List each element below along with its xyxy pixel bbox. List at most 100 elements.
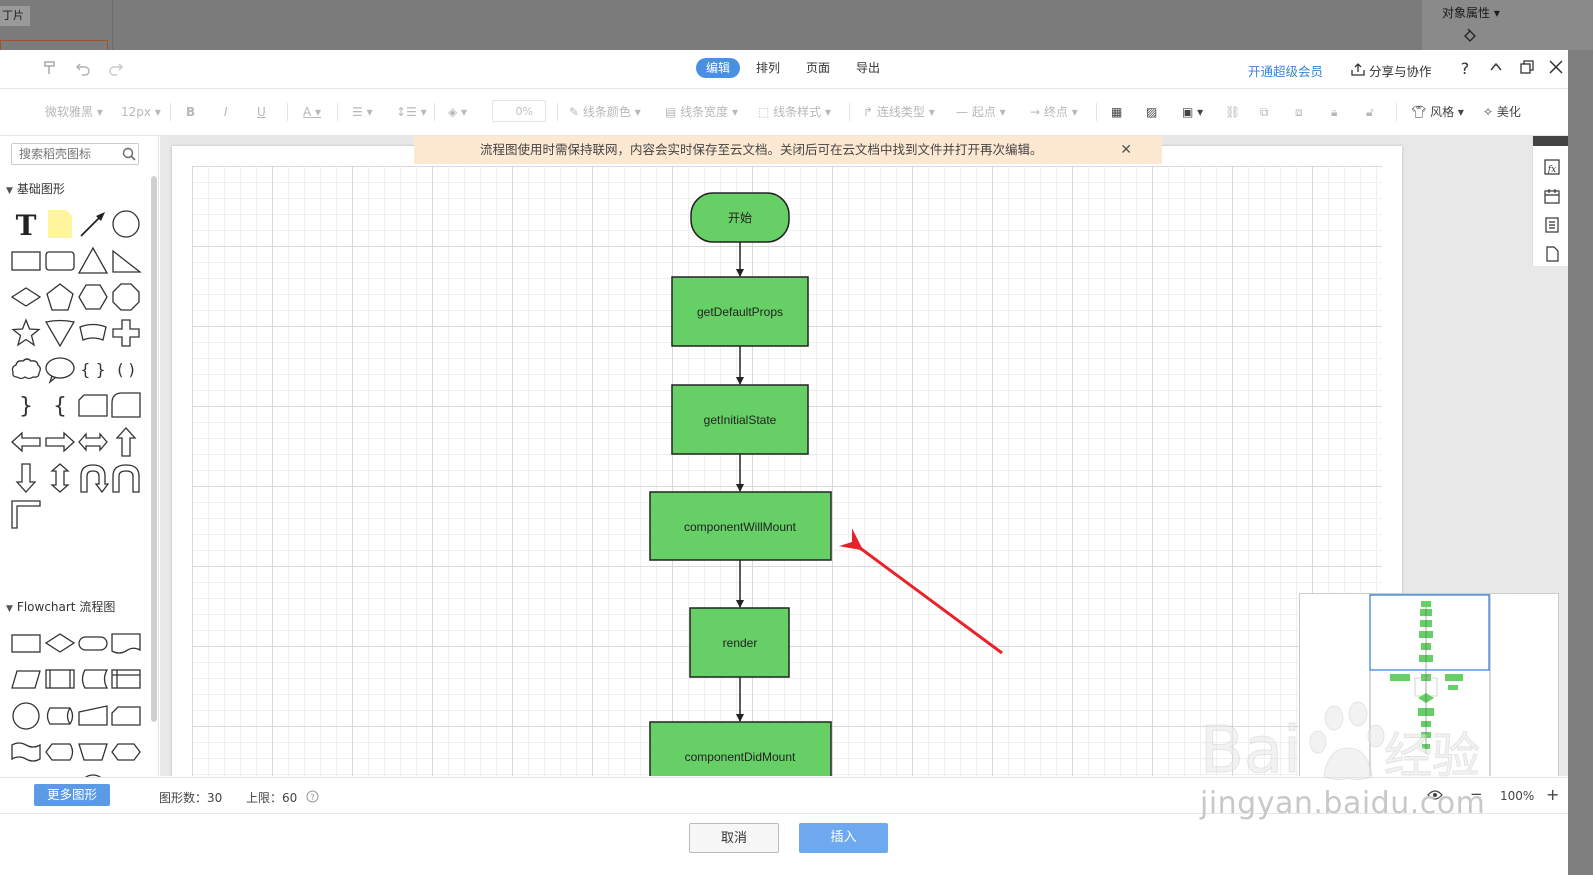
- style-button[interactable]: 👕︎ 风格 ▾: [1411, 103, 1464, 121]
- notice-close-icon[interactable]: ✕: [1120, 136, 1132, 164]
- beautify-button[interactable]: ✧ 美化: [1483, 103, 1521, 121]
- formula-icon[interactable]: fx: [1543, 158, 1561, 176]
- pentagon-shape[interactable]: [44, 281, 76, 313]
- curly-braces-shape[interactable]: { }: [77, 353, 109, 385]
- link-icon[interactable]: ⛓: [1225, 103, 1240, 121]
- document-shape[interactable]: [110, 627, 142, 659]
- tab-arrange[interactable]: 排列: [746, 58, 790, 78]
- image-icon[interactable]: ▨: [1146, 103, 1157, 121]
- note-shape[interactable]: [44, 208, 76, 240]
- rounded-rectangle-shape[interactable]: [44, 245, 76, 277]
- right-arrow-shape[interactable]: [44, 426, 76, 458]
- minimap[interactable]: [1299, 593, 1559, 776]
- pages-icon[interactable]: [1543, 216, 1561, 234]
- connector-circle-shape[interactable]: [10, 700, 42, 732]
- more-shapes-button[interactable]: 更多图形: [34, 784, 110, 806]
- info-icon[interactable]: ?: [306, 790, 319, 803]
- host-object-properties[interactable]: 对象属性 ▾: [1442, 4, 1500, 21]
- triangle-shape[interactable]: [77, 245, 109, 277]
- unlock-icon[interactable]: 🔓︎: [1366, 103, 1374, 121]
- process-shape[interactable]: [10, 627, 42, 659]
- down-arrow-shape[interactable]: [10, 462, 42, 494]
- predefined-process-shape[interactable]: [44, 663, 76, 695]
- paint-bucket-icon[interactable]: [1462, 28, 1478, 44]
- up-arrow-shape[interactable]: [110, 426, 142, 458]
- start-point-select[interactable]: — 起点 ▾: [956, 103, 1006, 121]
- tab-edit[interactable]: 编辑: [696, 58, 741, 78]
- card-shape[interactable]: [110, 700, 142, 732]
- brackets-shape[interactable]: ( ): [110, 353, 142, 385]
- redo-icon[interactable]: [106, 59, 126, 79]
- cloud-shape[interactable]: [10, 353, 42, 385]
- flow-node-componentdidmount[interactable]: [649, 721, 832, 776]
- manual-operation-shape[interactable]: [77, 736, 109, 768]
- section-basic-shapes[interactable]: ▼ 基础图形: [6, 180, 65, 198]
- font-color-button[interactable]: A ▾: [303, 103, 321, 121]
- internal-storage-shape[interactable]: [110, 663, 142, 695]
- u-turn-arrow-shape[interactable]: [77, 462, 109, 494]
- preparation-shape[interactable]: [110, 736, 142, 768]
- page-icon[interactable]: ▣ ▾: [1182, 103, 1203, 121]
- align-icon[interactable]: ☰ ▾: [352, 103, 373, 121]
- snipped-rectangle-shape[interactable]: [77, 389, 109, 421]
- font-family-select[interactable]: 微软雅黑 ▾: [45, 103, 103, 121]
- text-shape[interactable]: T: [10, 208, 42, 240]
- drawing-canvas[interactable]: 开始 getDefaultProps getInitialState compo…: [160, 136, 1568, 776]
- corner-shape[interactable]: [10, 498, 42, 530]
- data-shape[interactable]: [10, 663, 42, 695]
- arrow-line-shape[interactable]: [77, 208, 109, 240]
- line-width-select[interactable]: ▤ 线条宽度 ▾: [665, 103, 738, 121]
- left-brace-shape[interactable]: {: [44, 389, 76, 421]
- zoom-in-button[interactable]: +: [1546, 785, 1559, 804]
- opacity-input[interactable]: 0%: [492, 100, 546, 122]
- undo-icon[interactable]: [73, 59, 93, 79]
- end-point-select[interactable]: → 终点 ▾: [1030, 103, 1078, 121]
- share-button[interactable]: 分享与协作: [1369, 61, 1432, 80]
- vip-link[interactable]: 开通超级会员: [1248, 61, 1323, 80]
- search-icon[interactable]: [122, 147, 136, 161]
- decision-shape[interactable]: [44, 627, 76, 659]
- bold-button[interactable]: B: [186, 103, 195, 121]
- star-shape[interactable]: [10, 317, 42, 349]
- font-size-select[interactable]: 12px ▾: [121, 103, 161, 121]
- section-flowchart[interactable]: ▼ Flowchart 流程图: [6, 598, 115, 616]
- insert-button[interactable]: 插入: [799, 823, 888, 853]
- circle-shape[interactable]: [110, 208, 142, 240]
- underline-button[interactable]: U: [257, 103, 266, 121]
- terminator-shape[interactable]: [77, 627, 109, 659]
- calendar-icon[interactable]: [1543, 187, 1561, 205]
- octagon-shape[interactable]: [110, 281, 142, 313]
- table-icon[interactable]: ▦: [1111, 103, 1122, 121]
- cancel-button[interactable]: 取消: [689, 823, 779, 853]
- inverted-triangle-shape[interactable]: [44, 317, 76, 349]
- cross-shape[interactable]: [110, 317, 142, 349]
- rectangle-shape[interactable]: [10, 245, 42, 277]
- tape-shape[interactable]: [10, 736, 42, 768]
- arch-shape[interactable]: [110, 462, 142, 494]
- hexagon-shape[interactable]: [77, 281, 109, 313]
- diamond-shape[interactable]: [10, 281, 42, 313]
- left-arrow-shape[interactable]: [10, 426, 42, 458]
- direct-data-shape[interactable]: [44, 700, 76, 732]
- double-arrow-shape[interactable]: [77, 426, 109, 458]
- restore-window-icon[interactable]: [1517, 59, 1537, 79]
- share-icon[interactable]: [1350, 62, 1366, 76]
- line-style-select[interactable]: ⬚ 线条样式 ▾: [758, 103, 831, 121]
- format-painter-icon[interactable]: [40, 59, 60, 79]
- group-icon[interactable]: ⧉: [1260, 103, 1269, 121]
- banner-shape[interactable]: [77, 317, 109, 349]
- right-brace-shape[interactable]: }: [10, 389, 42, 421]
- speech-bubble-shape[interactable]: [44, 353, 76, 385]
- host-tab[interactable]: 丁片: [0, 6, 30, 26]
- stored-data-shape[interactable]: [77, 663, 109, 695]
- display-shape[interactable]: [44, 736, 76, 768]
- line-spacing-icon[interactable]: ↕☰ ▾: [396, 103, 427, 121]
- sidebar-scrollbar[interactable]: [151, 176, 157, 722]
- help-icon[interactable]: ?: [1455, 59, 1475, 79]
- connector-type-select[interactable]: ↱ 连线类型 ▾: [863, 103, 935, 121]
- close-icon[interactable]: [1546, 59, 1566, 79]
- shape-search-input[interactable]: [11, 143, 139, 165]
- ungroup-icon[interactable]: ⧈: [1295, 103, 1303, 121]
- line-color-select[interactable]: ✎ 线条颜色 ▾: [569, 103, 641, 121]
- right-triangle-shape[interactable]: [110, 245, 142, 277]
